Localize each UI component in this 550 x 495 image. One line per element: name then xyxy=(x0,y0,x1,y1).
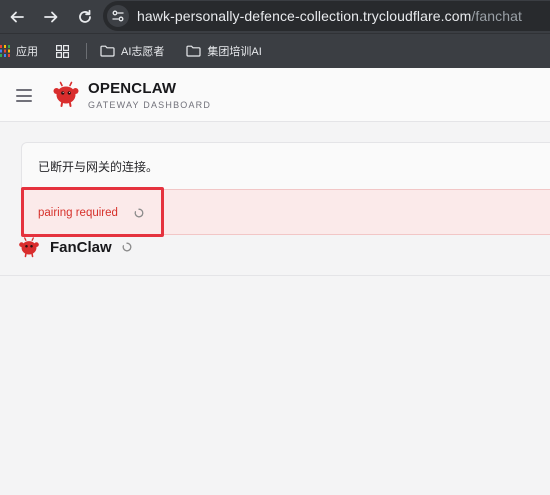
arrow-right-icon xyxy=(44,11,58,22)
brand-subtitle: GATEWAY DASHBOARD xyxy=(88,100,212,110)
bookmark-folder-group-training[interactable]: 集团培训AI xyxy=(181,39,266,63)
forward-button[interactable] xyxy=(34,0,68,33)
claw-mascot-avatar xyxy=(19,237,39,258)
bookmark-grid[interactable] xyxy=(51,39,80,63)
apps-grid-icon xyxy=(0,45,10,57)
back-button[interactable] xyxy=(0,0,34,33)
section-divider xyxy=(0,275,550,276)
bookmark-label: 集团培训AI xyxy=(207,46,262,58)
disconnected-message: 已断开与网关的连接。 xyxy=(38,160,159,174)
connection-status-card: 已断开与网关的连接。 xyxy=(21,142,550,189)
tune-icon xyxy=(112,10,124,22)
loading-spinner-icon xyxy=(122,242,132,252)
app-header: OPENCLAW GATEWAY DASHBOARD xyxy=(0,68,550,122)
claw-mascot-logo xyxy=(53,81,79,107)
hamburger-menu-icon[interactable] xyxy=(16,89,32,102)
url-host: hawk-personally-defence-collection.trycl… xyxy=(137,8,472,24)
bookmark-folder-ai-volunteer[interactable]: AI志愿者 xyxy=(95,39,169,63)
address-bar[interactable]: hawk-personally-defence-collection.trycl… xyxy=(103,1,550,31)
folder-icon xyxy=(186,45,202,57)
bookmarks-bar: 应用 AI志愿者 集团培训AI xyxy=(0,33,550,68)
bookmark-separator xyxy=(86,43,87,59)
grid-icon xyxy=(56,44,69,58)
folder-icon xyxy=(100,45,115,57)
agent-header: FanClaw xyxy=(18,235,132,259)
agent-name: FanClaw xyxy=(50,238,112,256)
annotation-highlight-box xyxy=(21,187,164,237)
bookmark-apps[interactable]: 应用 xyxy=(0,39,43,63)
url-path: /fanchat xyxy=(471,8,522,24)
brand-title: OPENCLAW xyxy=(88,80,177,97)
url-text[interactable]: hawk-personally-defence-collection.trycl… xyxy=(137,8,522,24)
arrow-left-icon xyxy=(10,11,24,22)
site-info-button[interactable] xyxy=(107,5,129,27)
reload-button[interactable] xyxy=(68,0,102,33)
reload-icon xyxy=(79,9,91,23)
bookmark-label: AI志愿者 xyxy=(121,46,165,58)
bookmark-label: 应用 xyxy=(16,46,38,58)
